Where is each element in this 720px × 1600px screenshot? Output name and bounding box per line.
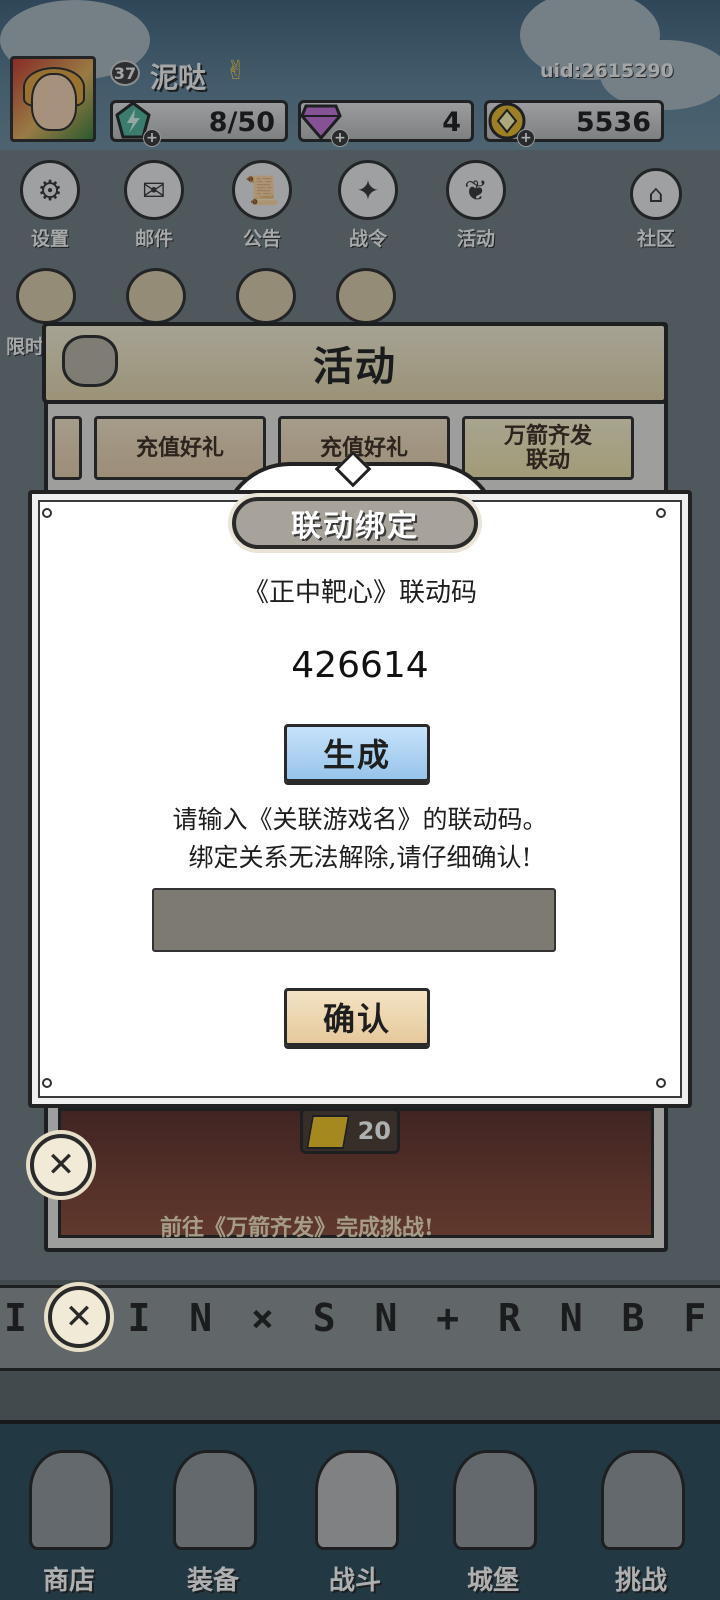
close-icon: ✕ [64,1297,94,1337]
rivet [42,1078,52,1088]
hint-line-1: 请输入《关联游戏名》的联动码。 [172,805,548,834]
link-code-input[interactable] [152,888,556,952]
confirm-button[interactable]: 确认 [284,988,430,1046]
dialog-title-pill: 联动绑定 [232,497,478,549]
link-code-value: 426614 [291,645,429,686]
hint-line-2: 绑定关系无法解除,请仔细确认! [188,843,532,872]
close-icon: ✕ [46,1145,76,1185]
close-dialog-button[interactable]: ✕ [30,1134,92,1196]
rivet [42,508,52,518]
link-code-label: 《正中靶心》联动码 [242,578,477,608]
rivet [656,508,666,518]
generate-button[interactable]: 生成 [284,724,430,782]
close-activity-button[interactable]: ✕ [48,1286,110,1348]
rivet [656,1078,666,1088]
dialog-title: 联动绑定 [291,509,419,544]
